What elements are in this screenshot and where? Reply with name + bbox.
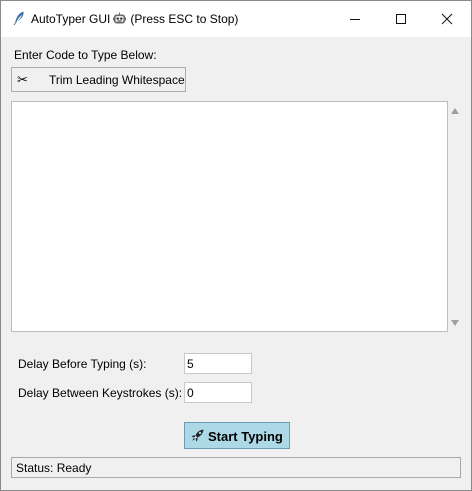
rocket-icon (191, 429, 204, 445)
trim-whitespace-label: Trim Leading Whitespace (49, 73, 185, 87)
window-title-hint: (Press ESC to Stop) (130, 12, 239, 26)
minimize-icon (350, 19, 360, 20)
code-scrollbar[interactable] (448, 101, 462, 332)
start-typing-label: Start Typing (208, 429, 283, 444)
start-typing-button[interactable]: Start Typing (184, 422, 290, 449)
feather-icon (13, 11, 25, 26)
app-window: AutoTyper GUI (Press ESC to Stop) Enter … (0, 0, 472, 491)
window-title-name: AutoTyper GUI (31, 12, 111, 26)
status-text: Status: Ready (16, 461, 92, 475)
delay-before-input[interactable] (184, 353, 252, 374)
window-title: AutoTyper GUI (Press ESC to Stop) (31, 12, 238, 28)
close-icon (441, 13, 453, 25)
scissors-icon: ✂ (17, 72, 28, 87)
scroll-up-icon[interactable] (451, 108, 459, 114)
status-bar: Status: Ready (11, 457, 461, 478)
delay-between-input[interactable] (184, 382, 252, 403)
maximize-icon (396, 14, 406, 24)
close-button[interactable] (424, 1, 470, 37)
scroll-down-icon[interactable] (451, 320, 459, 326)
code-text-area[interactable] (11, 101, 448, 332)
title-bar[interactable]: AutoTyper GUI (Press ESC to Stop) (1, 1, 471, 37)
minimize-button[interactable] (332, 1, 378, 37)
trim-whitespace-button[interactable]: ✂ Trim Leading Whitespace (11, 67, 186, 92)
code-prompt-label: Enter Code to Type Below: (14, 48, 157, 62)
maximize-button[interactable] (378, 1, 424, 37)
delay-before-label: Delay Before Typing (s): (18, 357, 147, 371)
delay-between-label: Delay Between Keystrokes (s): (18, 386, 183, 400)
robot-icon (113, 12, 127, 28)
